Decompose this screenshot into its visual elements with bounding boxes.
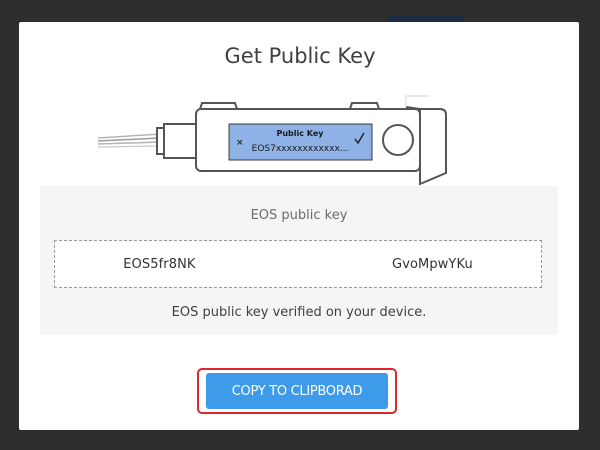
- device-screen: Public Key EOS7xxxxxxxxxxxx... ×: [228, 123, 373, 161]
- device-screen-title: Public Key: [277, 129, 325, 138]
- verification-message: EOS public key verified on your device.: [171, 305, 427, 320]
- copy-to-clipboard-button[interactable]: COPY TO CLIPBORAD: [206, 373, 388, 409]
- device-button: [382, 124, 414, 156]
- usb-cable: [97, 123, 199, 159]
- hardware-wallet-illustration: Public Key EOS7xxxxxxxxxxxx... ×: [97, 95, 447, 186]
- public-key-value[interactable]: EOS5fr8NK GvoMpwYKu: [123, 257, 473, 272]
- x-icon: ×: [236, 138, 244, 148]
- public-key-label: EOS public key: [250, 208, 348, 223]
- public-key-field[interactable]: EOS5fr8NK GvoMpwYKu: [54, 240, 542, 288]
- device-screen-value: EOS7xxxxxxxxxxxx...: [252, 144, 349, 154]
